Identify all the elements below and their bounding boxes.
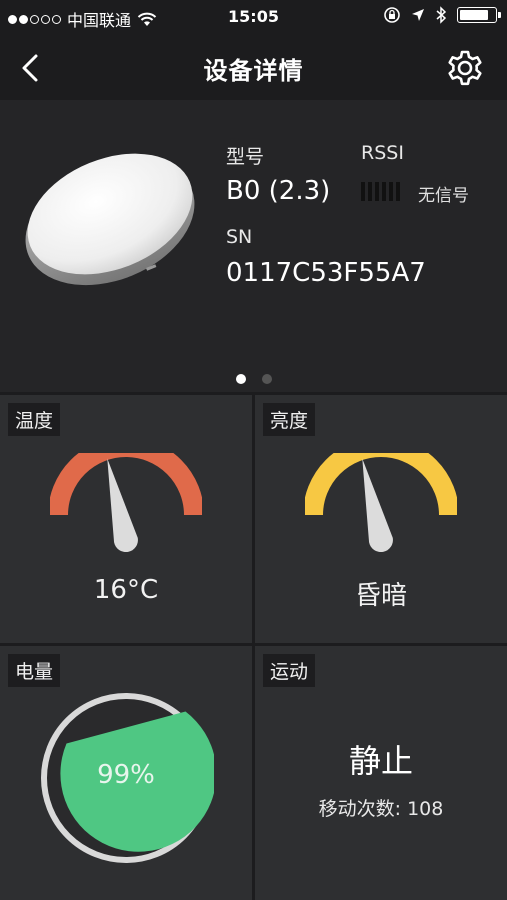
motion-state: 静止 [348,742,413,780]
page-dot[interactable] [262,374,272,384]
battery-label: 电量 [8,654,61,687]
sn-label: SN [226,226,253,248]
page-indicator[interactable] [236,374,272,384]
page-dot-active[interactable] [236,374,246,384]
temperature-value: 16°C [93,575,159,605]
battery-value: 99% [97,760,155,790]
signal-bars-icon [361,182,400,201]
device-info-panel: 型号 B0 (2.3) RSSI 无信号 SN 0117C53F55A7 [0,100,507,392]
model-value: B0 (2.3) [226,176,331,206]
battery-tile[interactable]: 电量 99% [0,646,252,900]
temperature-gauge-icon [50,453,202,553]
brightness-label: 亮度 [263,403,316,436]
sn-value: 0117C53F55A7 [226,258,426,288]
brightness-value: 昏暗 [354,581,407,611]
status-bar: 中国联通 15:05 [0,0,507,36]
motion-label: 运动 [263,654,316,687]
temperature-gauge-arc [50,453,202,516]
rssi-label: RSSI [361,142,404,164]
rssi-status: 无信号 [418,186,469,206]
device-image [25,153,195,286]
rotation-lock-icon [384,7,400,23]
brightness-gauge-icon [305,453,457,553]
model-label: 型号 [226,146,265,168]
brightness-gauge-arc [305,453,457,516]
nav-bar: 设备详情 [0,36,507,100]
brightness-tile[interactable]: 亮度 昏暗 [255,395,507,643]
gear-icon[interactable] [445,48,485,88]
status-right [383,6,501,24]
motion-count: 移动次数: 108 [318,798,444,820]
temperature-label: 温度 [8,403,61,436]
battery-status-icon [457,7,501,23]
location-arrow-icon [412,9,424,21]
motion-tile[interactable]: 运动 静止 移动次数: 108 [255,646,507,900]
page-title: 设备详情 [203,57,304,85]
bluetooth-icon [436,6,447,24]
temperature-tile[interactable]: 温度 16°C [0,395,252,643]
